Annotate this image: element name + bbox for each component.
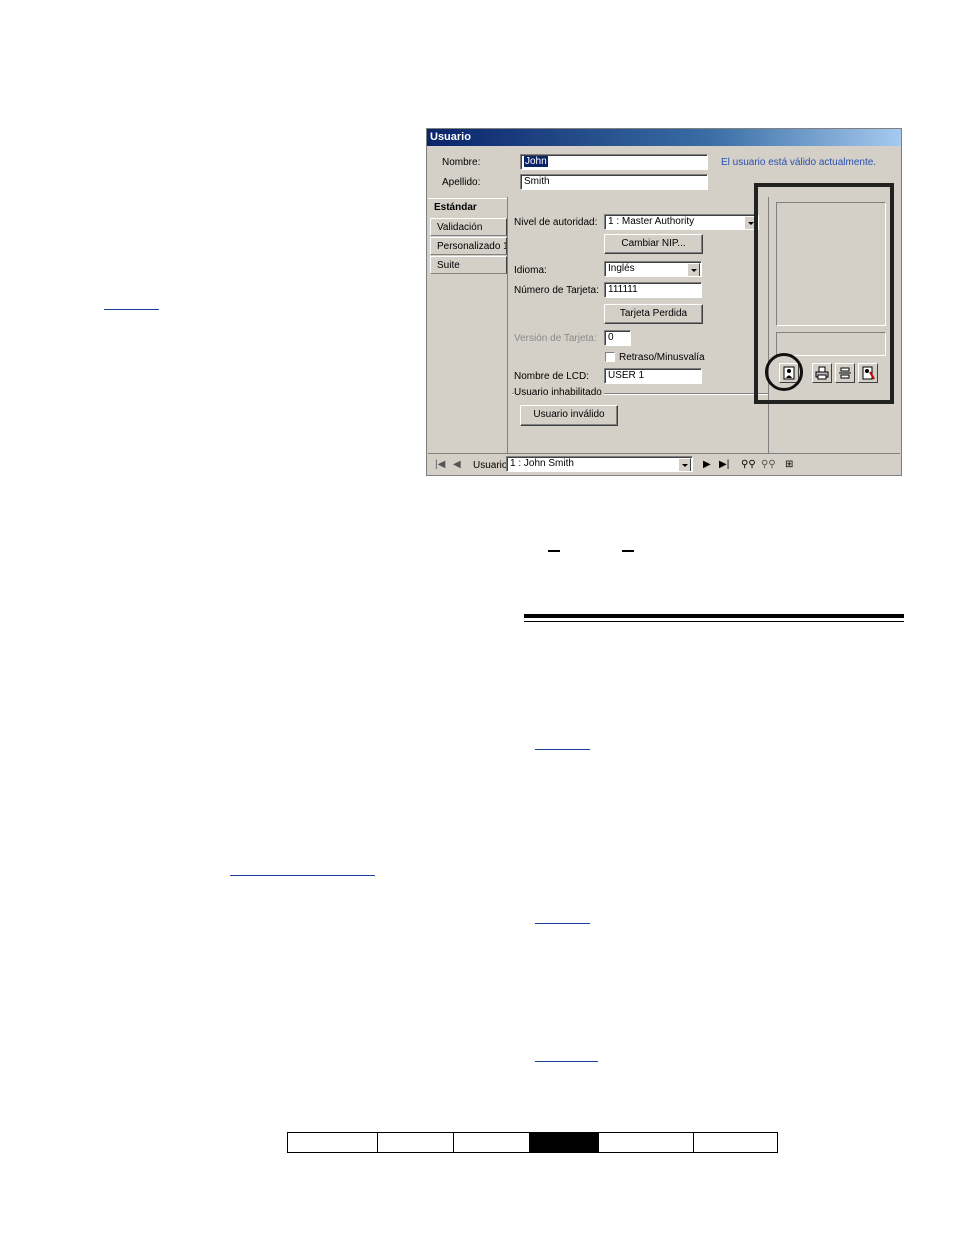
last-record-icon[interactable]: ▶|	[719, 458, 729, 472]
link-underline-1	[104, 309, 159, 310]
user-select[interactable]: 1 : John Smith	[506, 456, 693, 472]
authority-value: 1 : Master Authority	[608, 216, 695, 227]
next-record-icon[interactable]: ▶	[703, 458, 711, 472]
text-mark-2	[622, 550, 634, 552]
language-select[interactable]: Inglés	[604, 261, 702, 277]
card-version-label: Versión de Tarjeta:	[514, 333, 597, 344]
language-label: Idioma:	[514, 265, 547, 276]
footer-cell[interactable]	[454, 1133, 530, 1152]
first-record-icon[interactable]: |◀	[435, 458, 445, 472]
prev-record-icon[interactable]: ◀	[453, 458, 461, 472]
lcd-name-label: Nombre de LCD:	[514, 371, 590, 382]
navbar-user-label: Usuario:	[473, 460, 511, 471]
tab-suite[interactable]: Suite	[430, 256, 507, 274]
footer-cell-active[interactable]	[530, 1133, 598, 1152]
footer-cell[interactable]	[288, 1133, 378, 1152]
tab-estandar[interactable]: Estándar	[428, 198, 507, 216]
tab-strip: Estándar Validación Personalizado 1-! Su…	[428, 197, 508, 453]
user-select-value: 1 : John Smith	[510, 458, 574, 469]
text-mark-1	[548, 550, 560, 552]
footer-cell[interactable]	[378, 1133, 454, 1152]
card-version-field[interactable]: 0	[604, 330, 631, 346]
footer-nav	[287, 1132, 778, 1153]
tab-validacion[interactable]: Validación	[430, 218, 507, 236]
lost-card-button[interactable]: Tarjeta Perdida	[604, 304, 703, 324]
link-underline-4	[535, 923, 590, 924]
footer-cell[interactable]	[598, 1133, 694, 1152]
chevron-down-icon	[678, 458, 691, 471]
authority-select[interactable]: 1 : Master Authority	[604, 214, 759, 230]
first-name-value: John	[524, 156, 548, 167]
language-value: Inglés	[608, 263, 635, 274]
navbar-divider	[428, 453, 900, 454]
first-name-label: Nombre:	[442, 157, 481, 168]
new-record-icon[interactable]: ⊞	[785, 458, 793, 472]
highlight-circle	[765, 353, 803, 391]
authority-label: Nivel de autoridad:	[514, 217, 598, 228]
find-icon[interactable]: ⚲⚲	[741, 458, 756, 472]
change-pin-button[interactable]: Cambiar NIP...	[604, 234, 703, 254]
delay-checkbox-label: Retraso/Minusvalía	[619, 352, 705, 363]
dialog-title: Usuario	[427, 129, 901, 146]
chevron-down-icon	[687, 263, 700, 276]
link-underline-2	[535, 749, 590, 750]
last-name-label: Apellido:	[442, 177, 481, 188]
link-underline-5	[535, 1061, 598, 1062]
tab-personalizado[interactable]: Personalizado 1-!	[430, 237, 507, 255]
disabled-group-label: Usuario inhabilitado	[514, 387, 604, 398]
section-rule-thick	[524, 614, 904, 618]
card-number-field[interactable]: 111111	[604, 282, 702, 298]
status-text: El usuario está válido actualmente.	[721, 157, 877, 168]
link-underline-3	[230, 875, 375, 876]
lcd-name-field[interactable]: USER 1	[604, 368, 702, 384]
card-number-label: Número de Tarjeta:	[514, 285, 599, 296]
footer-cell[interactable]	[694, 1133, 777, 1152]
delay-checkbox[interactable]	[605, 352, 615, 362]
invalid-user-button[interactable]: Usuario inválido	[520, 405, 618, 426]
first-name-field[interactable]: John	[520, 154, 708, 170]
last-name-field[interactable]: Smith	[520, 174, 708, 190]
find-next-icon[interactable]: ⚲⚲	[761, 458, 776, 472]
section-rule-thin	[524, 621, 904, 622]
